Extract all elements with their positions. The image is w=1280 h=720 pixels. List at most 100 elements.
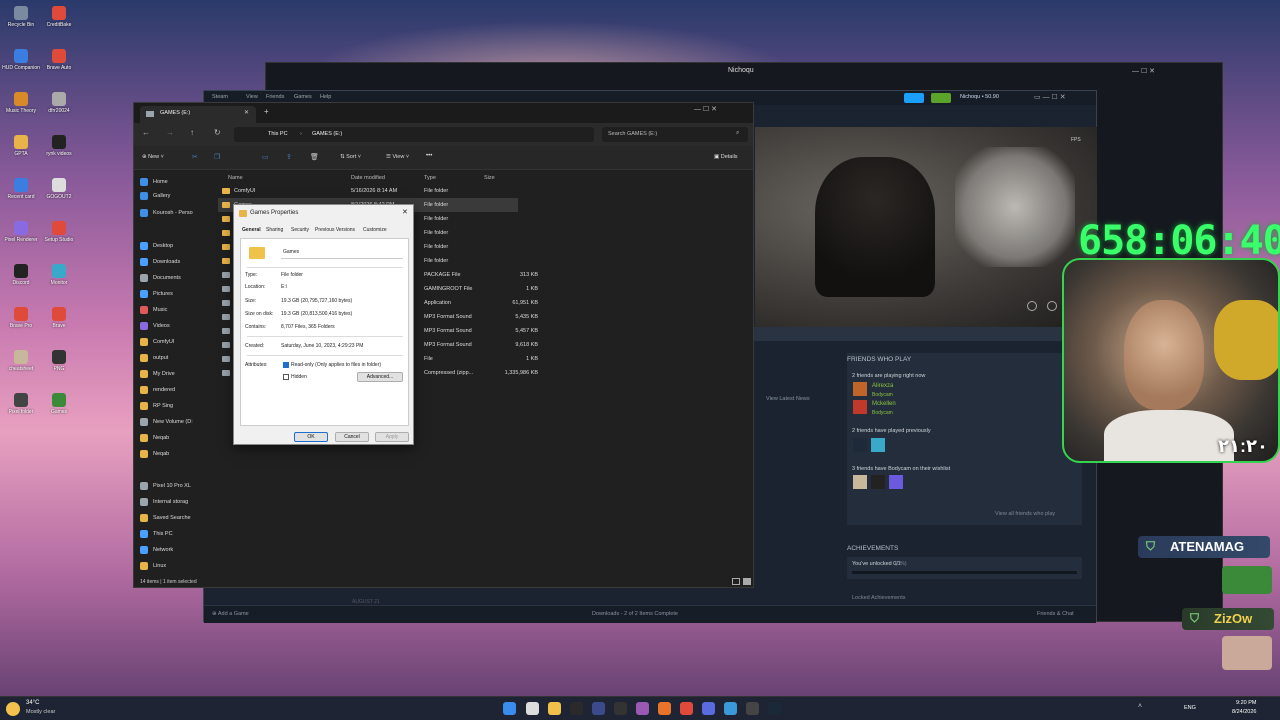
sidebar-item[interactable]: RP Sing xyxy=(140,399,206,413)
clock-date[interactable]: 8/24/2026 xyxy=(1232,709,1256,715)
app-taskbar-icon[interactable] xyxy=(724,702,737,715)
friend-avatar[interactable] xyxy=(871,438,885,452)
friend-name[interactable]: Mckellen xyxy=(872,401,896,407)
sidebar-item[interactable]: This PC xyxy=(140,527,206,541)
forward-icon[interactable]: → xyxy=(166,128,174,137)
apply-button[interactable]: Apply xyxy=(375,432,409,442)
details-view-icon[interactable] xyxy=(732,578,740,585)
column-date[interactable]: Date modified xyxy=(351,175,385,181)
desktop-icon[interactable]: GPTA xyxy=(2,135,40,157)
column-type[interactable]: Type xyxy=(424,175,436,181)
sidebar-item[interactable]: Linux xyxy=(140,559,206,573)
sidebar-item[interactable]: rendered xyxy=(140,383,206,397)
view-all-friends-link[interactable]: View all friends who play xyxy=(995,511,1055,517)
desktop-icon[interactable]: Monitor xyxy=(40,264,78,286)
rename-icon[interactable]: ▭ xyxy=(262,153,269,161)
desktop-icon[interactable]: Music Theory xyxy=(2,92,40,114)
steam-menu-games[interactable]: Games xyxy=(294,94,312,100)
tab-previous-versions[interactable]: Previous Versions xyxy=(315,227,355,233)
sidebar-item[interactable]: Neqab xyxy=(140,431,206,445)
sidebar-item[interactable]: Kourosh - Perso xyxy=(140,206,206,220)
friend-avatar[interactable] xyxy=(853,382,867,396)
app-taskbar-icon[interactable] xyxy=(636,702,649,715)
new-tab-icon[interactable]: + xyxy=(264,107,269,116)
desktop-icon[interactable]: CreditBake xyxy=(40,6,78,28)
sidebar-item[interactable]: My Drive xyxy=(140,367,206,381)
desktop-icon[interactable]: Games xyxy=(40,393,78,415)
desktop-icon[interactable]: Recent card xyxy=(2,178,40,200)
desktop-icon[interactable]: Brave xyxy=(40,307,78,329)
sidebar-item[interactable]: Home xyxy=(140,175,206,189)
ok-button[interactable]: OK xyxy=(294,432,328,442)
settings-icon[interactable] xyxy=(1027,301,1037,311)
cut-icon[interactable]: ✂ xyxy=(192,153,198,161)
friend-avatar[interactable] xyxy=(871,475,885,489)
start-icon[interactable] xyxy=(503,702,516,715)
window-controls[interactable]: — ☐ ✕ xyxy=(1132,67,1155,75)
language-indicator[interactable]: ENG xyxy=(1184,705,1196,711)
sidebar-item[interactable]: Internal storag xyxy=(140,495,206,509)
search-input[interactable]: Search GAMES (E:) ⌕ xyxy=(602,127,748,142)
app-taskbar-icon[interactable] xyxy=(746,702,759,715)
sidebar-item[interactable]: Documents xyxy=(140,271,206,285)
explorer-window-controls[interactable]: — ☐ ✕ xyxy=(694,105,717,113)
file-row[interactable]: ComfyUI 5/16/2026 8:14 AM File folder xyxy=(218,184,518,198)
brave-taskbar-icon[interactable] xyxy=(680,702,693,715)
folder-name-input[interactable]: Games xyxy=(281,247,403,259)
steam-menu-view[interactable]: View xyxy=(246,94,258,100)
new-button[interactable]: ⊕ New ˅ xyxy=(142,154,164,160)
desktop-icon[interactable]: Pixel Renderer xyxy=(2,221,40,243)
desktop-icon[interactable]: cheatsheet xyxy=(2,350,40,372)
view-latest-news-link[interactable]: View Latest News xyxy=(766,396,810,402)
app-taskbar-icon[interactable] xyxy=(592,702,605,715)
sidebar-item[interactable]: Pixel 10 Pro XL xyxy=(140,479,206,493)
desktop-icon[interactable]: Recycle Bin xyxy=(2,6,40,28)
desktop-icon[interactable]: Discord xyxy=(2,264,40,286)
friend-avatar[interactable] xyxy=(853,475,867,489)
sidebar-item[interactable]: Neqab xyxy=(140,447,206,461)
info-icon[interactable] xyxy=(1047,301,1057,311)
sidebar-item[interactable]: ComfyUI xyxy=(140,335,206,349)
sidebar-item[interactable]: Pictures xyxy=(140,287,206,301)
column-name[interactable]: Name xyxy=(228,175,243,181)
steam-taskbar-icon[interactable] xyxy=(768,702,781,715)
discord-taskbar-icon[interactable] xyxy=(702,702,715,715)
desktop-icon[interactable]: PNG xyxy=(40,350,78,372)
firefox-taskbar-icon[interactable] xyxy=(658,702,671,715)
weather-icon[interactable] xyxy=(6,702,20,716)
breadcrumb-this-pc[interactable]: This PC xyxy=(268,131,288,137)
sort-button[interactable]: ⇅ Sort ˅ xyxy=(340,154,361,160)
tab-general[interactable]: General xyxy=(242,227,261,233)
desktop-icon[interactable]: rynk videos xyxy=(40,135,78,157)
downloads-status[interactable]: Downloads - 2 of 2 Items Complete xyxy=(592,611,678,617)
hud-taskbar-icon[interactable] xyxy=(570,702,583,715)
breadcrumb-games[interactable]: GAMES (E:) xyxy=(312,131,342,137)
tiles-view-icon[interactable] xyxy=(743,578,751,585)
sidebar-item[interactable]: Gallery xyxy=(140,189,206,203)
copy-icon[interactable]: ❐ xyxy=(214,153,220,161)
share-icon[interactable]: ⇪ xyxy=(286,153,292,161)
cancel-button[interactable]: Cancel xyxy=(335,432,369,442)
desktop-icon[interactable]: dfrr20024 xyxy=(40,92,78,114)
view-button[interactable]: ☰ View ˅ xyxy=(386,154,409,160)
tab-customize[interactable]: Customize xyxy=(363,227,387,233)
delete-icon[interactable]: 🗑 xyxy=(310,153,319,161)
steam-menu-steam[interactable]: Steam xyxy=(212,94,228,100)
desktop-icon[interactable]: Brave Auto xyxy=(40,49,78,71)
explorer-tab[interactable]: GAMES (E:) ✕ xyxy=(140,106,256,123)
desktop-icon[interactable]: Setup Studio xyxy=(40,221,78,243)
sidebar-item[interactable]: Desktop xyxy=(140,239,206,253)
advanced-button[interactable]: Advanced... xyxy=(357,372,403,382)
clock-time[interactable]: 9:20 PM xyxy=(1236,700,1256,706)
broadcast-button[interactable] xyxy=(904,93,924,103)
more-button[interactable]: ••• xyxy=(426,153,432,159)
friend-avatar[interactable] xyxy=(853,400,867,414)
x-taskbar-icon[interactable] xyxy=(614,702,627,715)
sidebar-item[interactable]: Music xyxy=(140,303,206,317)
notification-button[interactable] xyxy=(931,93,951,103)
desktop-icon[interactable]: Brave Pro xyxy=(2,307,40,329)
sidebar-item[interactable]: output xyxy=(140,351,206,365)
friend-avatar[interactable] xyxy=(889,475,903,489)
sidebar-item[interactable]: Network xyxy=(140,543,206,557)
task-view-icon[interactable] xyxy=(526,702,539,715)
